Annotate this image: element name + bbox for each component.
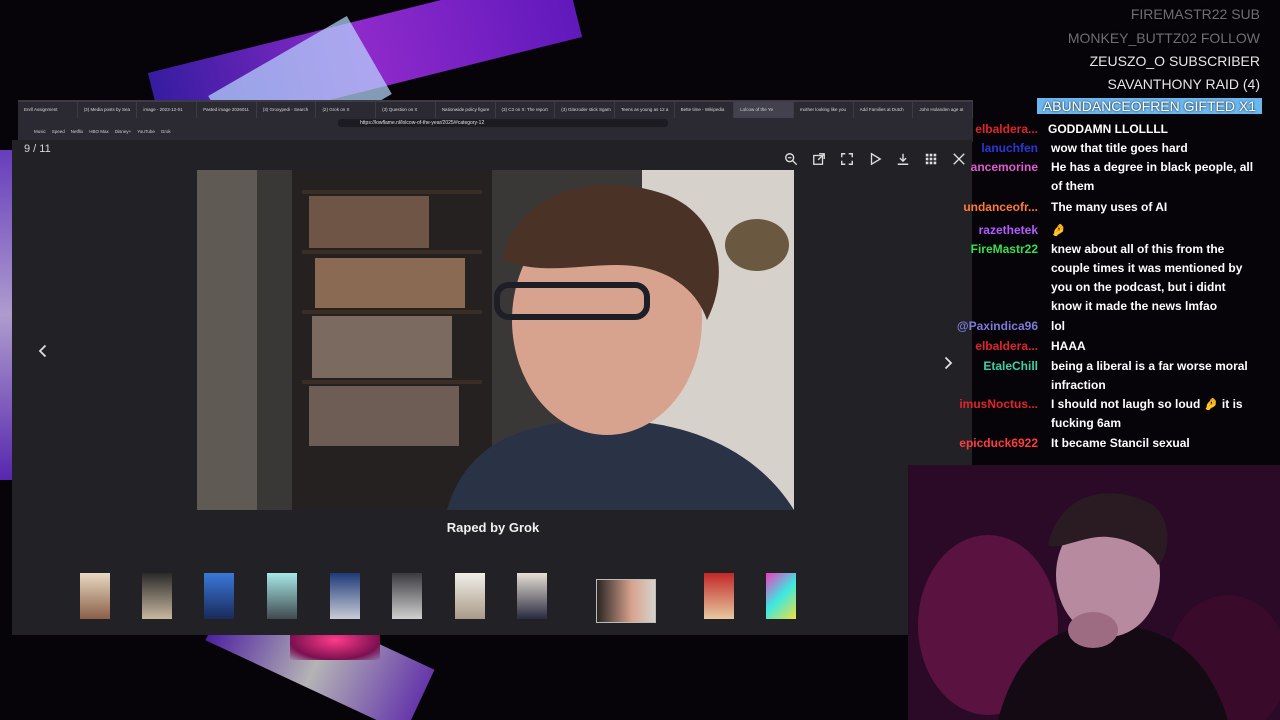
chat-text: GODDAMN LLOLLLL xyxy=(1048,122,1168,136)
thumbnail[interactable] xyxy=(204,573,234,619)
url-text: https://lowflame.nl/lolcow-of-the-year/2… xyxy=(360,120,485,126)
image-caption: Raped by Grok xyxy=(446,520,540,535)
chat-username: imusNoctus... xyxy=(959,397,1038,411)
grid-icon[interactable] xyxy=(922,150,940,168)
image-lightbox: 9 / 11 Raped by Grok xyxy=(12,140,972,635)
stream-screen: Enrll Assignment (3) Media posts by Sea … xyxy=(0,0,1280,720)
bookmark[interactable]: Music xyxy=(34,129,46,134)
browser-tab[interactable]: (3) C3 on X: The report xyxy=(496,102,556,118)
bookmark[interactable]: Speed xyxy=(52,129,65,134)
zoom-icon[interactable] xyxy=(782,150,800,168)
chat-text: lol xyxy=(1051,319,1065,333)
chat-text: It became Stancil sexual xyxy=(1051,436,1190,450)
alert-event-highlight: ABUNDANCEOFREN GIFTED X1 xyxy=(1036,98,1262,114)
open-external-icon[interactable] xyxy=(810,150,828,168)
alert-event: SAVANTHONY RAID (4) xyxy=(1107,76,1260,92)
chat-text: wow that title goes hard xyxy=(1051,141,1188,155)
chevron-right-icon xyxy=(944,356,953,370)
chat-text: The many uses of AI xyxy=(1051,200,1168,214)
browser-window: Enrll Assignment (3) Media posts by Sea … xyxy=(18,100,973,142)
chat-username: razethetek xyxy=(978,223,1038,237)
chat-username: elbaldera... xyxy=(975,339,1038,353)
thumbnail[interactable] xyxy=(80,573,110,619)
chat-text: being a liberal is a far worse moral inf… xyxy=(1051,359,1248,392)
chat-username: lanuchfen xyxy=(981,141,1038,155)
browser-tab-active[interactable]: Lolcow of the Ye xyxy=(734,102,794,118)
download-icon[interactable] xyxy=(894,150,912,168)
chevron-left-icon xyxy=(38,344,47,358)
browser-tab[interactable]: (3) Groxypedi - Search xyxy=(257,102,317,118)
browser-tab[interactable]: John Holanden age at xyxy=(913,102,973,118)
thumbnail[interactable] xyxy=(766,573,796,619)
chat-username: undanceofr... xyxy=(963,200,1038,214)
browser-tab[interactable]: Bette time - Wikipedia xyxy=(675,102,735,118)
thumbnail[interactable] xyxy=(392,573,422,619)
chat-text: knew about all of this from the couple t… xyxy=(1051,242,1243,313)
thumbnail[interactable] xyxy=(142,573,172,619)
chat-text: I should not laugh so loud 🤌 it is fucki… xyxy=(1051,397,1243,430)
thumbnail[interactable] xyxy=(704,573,734,619)
thumbnail-active[interactable] xyxy=(596,579,656,623)
bookmark[interactable]: Grok xyxy=(161,129,171,134)
next-image-button[interactable] xyxy=(937,352,959,374)
browser-tab[interactable]: Enrll Assignment xyxy=(18,102,78,118)
bookmarks-bar: Music Speed Netflix HBO Max Disney+ YouT… xyxy=(34,129,171,134)
chat-text: 🤌 xyxy=(1051,223,1066,237)
main-image xyxy=(197,170,794,510)
tab-bar: Enrll Assignment (3) Media posts by Sea … xyxy=(18,102,973,118)
bookmark[interactable]: Disney+ xyxy=(115,129,131,134)
chat-username: elbaldera... xyxy=(975,122,1038,136)
bookmark[interactable]: HBO Max xyxy=(89,129,109,134)
browser-tab[interactable]: (3) Question on X xyxy=(376,102,436,118)
alert-event: MONKEY_BUTTZ02 FOLLOW xyxy=(1067,30,1260,46)
chat-username: FireMastr22 xyxy=(970,242,1038,256)
alert-event: ZEUSZO_O SUBSCRIBER xyxy=(1089,53,1260,69)
slideshow-play-icon[interactable] xyxy=(866,150,884,168)
close-icon[interactable] xyxy=(950,150,968,168)
fullscreen-icon[interactable] xyxy=(838,150,856,168)
alert-event: FIREMASTR22 SUB xyxy=(1130,6,1260,22)
thumbnail[interactable] xyxy=(517,573,547,619)
browser-tab[interactable]: image - 2023-12-01 xyxy=(137,102,198,118)
browser-tab[interactable]: (3) Media posts by Sea xyxy=(78,102,138,118)
image-counter: 9 / 11 xyxy=(24,143,51,155)
thumbnail-strip xyxy=(12,565,912,625)
chat-username: ancemorine xyxy=(970,160,1038,174)
browser-tab[interactable]: (2) Grok on X xyxy=(316,102,377,118)
previous-image-button[interactable] xyxy=(32,340,54,362)
browser-tab[interactable]: (3) Gitezoder stick Sgam xyxy=(555,102,615,118)
browser-tab[interactable]: Teens as young as 12 a xyxy=(615,102,675,118)
chat-username: @Paxindica96 xyxy=(956,319,1038,333)
bookmark[interactable]: YouTube xyxy=(137,129,155,134)
bookmark[interactable]: Netflix xyxy=(71,129,84,134)
browser-tab[interactable]: mother looking like you xyxy=(794,102,854,118)
chat-text: He has a degree in black people, all of … xyxy=(1051,160,1254,193)
chat-text: HAAA xyxy=(1051,339,1086,353)
lightbox-toolbar xyxy=(782,150,968,168)
chat-username: epicduck6922 xyxy=(959,436,1038,450)
thumbnail[interactable] xyxy=(330,573,360,619)
thumbnail[interactable] xyxy=(267,573,297,619)
stream-overlay: FIREMASTR22 SUB MONKEY_BUTTZ02 FOLLOW ZE… xyxy=(957,0,1280,465)
address-bar[interactable]: https://lowflame.nl/lolcow-of-the-year/2… xyxy=(338,119,668,127)
browser-tab[interactable]: Add Families at Dutch xyxy=(854,102,914,118)
browser-tab[interactable]: Pasted image 2026011 xyxy=(197,102,257,118)
chat-username: EtaleChill xyxy=(983,359,1038,373)
thumbnail[interactable] xyxy=(455,573,485,619)
webcam-feed xyxy=(908,465,1280,720)
browser-tab[interactable]: Nationwide policy figure xyxy=(436,102,496,118)
